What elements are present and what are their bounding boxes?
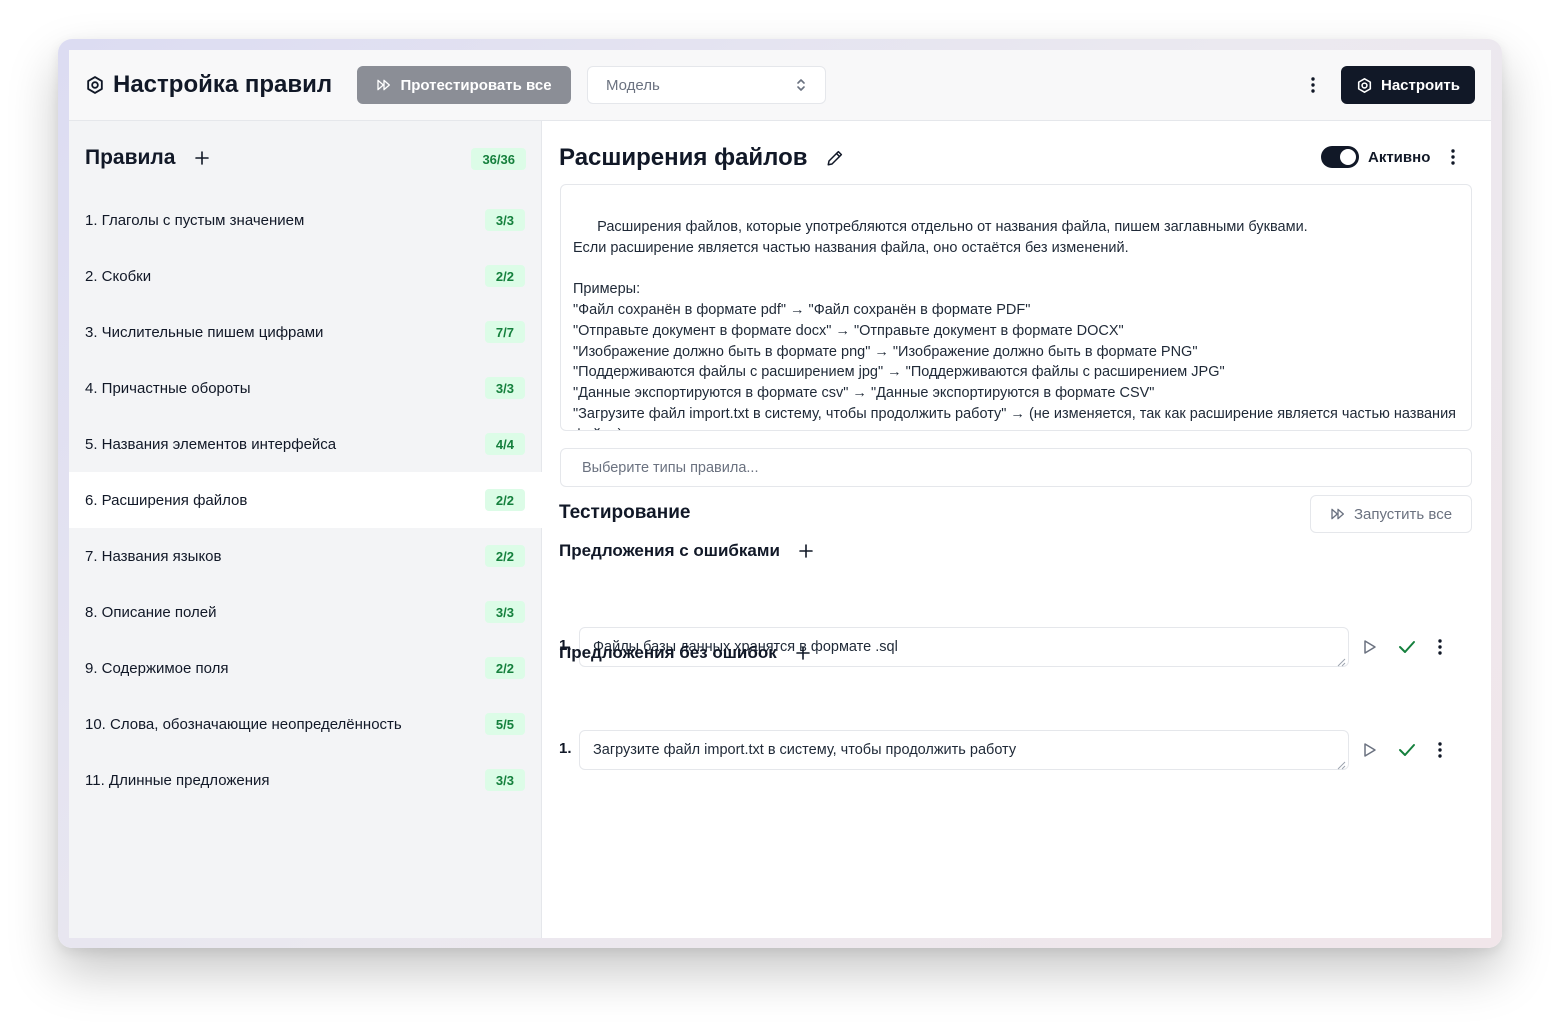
gear-icon bbox=[1356, 77, 1373, 94]
sidebar-item-rule-6-active[interactable]: 6. Расширения файлов 2/2 bbox=[69, 472, 542, 528]
test-all-label: Протестировать все bbox=[400, 76, 552, 94]
test-all-button[interactable]: Протестировать все bbox=[357, 66, 571, 104]
play-icon[interactable] bbox=[1361, 740, 1379, 760]
test-sentence-input[interactable]: Загрузите файл import.txt в систему, что… bbox=[579, 730, 1349, 770]
model-select[interactable]: Модель bbox=[587, 66, 826, 104]
chevron-up-down-icon bbox=[795, 77, 807, 93]
more-options-icon[interactable] bbox=[1435, 740, 1445, 760]
sidebar-header: Правила 36/36 bbox=[85, 143, 526, 173]
play-icon[interactable] bbox=[1361, 637, 1379, 657]
rule-label: 7. Названия языков bbox=[85, 547, 222, 565]
sidebar-item-rule-8[interactable]: 8. Описание полей 3/3 bbox=[69, 584, 542, 640]
sidebar-item-rule-3[interactable]: 3. Числительные пишем цифрами 7/7 bbox=[69, 304, 542, 360]
active-label: Активно bbox=[1368, 148, 1431, 166]
rule-label: 8. Описание полей bbox=[85, 603, 217, 621]
without-errors-section-title: Предложения без ошибок bbox=[559, 641, 810, 665]
test-sentence-text: Загрузите файл import.txt в систему, что… bbox=[593, 742, 1017, 758]
without-errors-title: Предложения без ошибок bbox=[559, 643, 777, 662]
check-icon bbox=[1397, 740, 1417, 760]
add-sentence-icon[interactable] bbox=[799, 544, 813, 558]
total-status-badge: 36/36 bbox=[471, 148, 526, 170]
status-badge: 7/7 bbox=[484, 321, 525, 343]
active-toggle[interactable] bbox=[1321, 146, 1359, 168]
rule-title-text: Расширения файлов bbox=[559, 144, 808, 171]
status-badge: 2/2 bbox=[484, 265, 525, 287]
status-badge: 3/3 bbox=[484, 601, 525, 623]
rule-title: Расширения файлов bbox=[559, 143, 844, 173]
with-errors-title: Предложения с ошибками bbox=[559, 541, 780, 560]
rule-label: 5. Названия элементов интерфейса bbox=[85, 435, 337, 453]
more-options-icon[interactable] bbox=[1305, 74, 1321, 96]
sidebar-item-rule-2[interactable]: 2. Скобки 2/2 bbox=[69, 248, 542, 304]
rule-label: 11. Длинные предложения bbox=[85, 771, 270, 789]
configure-button[interactable]: Настроить bbox=[1341, 66, 1475, 104]
sidebar-item-rule-9[interactable]: 9. Содержимое поля 2/2 bbox=[69, 640, 542, 696]
fast-forward-icon bbox=[1330, 506, 1346, 522]
resize-handle-icon[interactable] bbox=[1337, 758, 1346, 770]
rule-label: 6. Расширения файлов bbox=[85, 491, 248, 509]
rule-description-text: Расширения файлов, которые употребляются… bbox=[573, 218, 1457, 430]
rule-label: 1. Глаголы с пустым значением bbox=[85, 211, 305, 229]
status-badge: 3/3 bbox=[484, 209, 525, 231]
fast-forward-icon bbox=[376, 77, 392, 93]
status-badge: 3/3 bbox=[484, 377, 525, 399]
rule-list: 1. Глаголы с пустым значением 3/3 2. Ско… bbox=[69, 192, 542, 808]
sidebar-item-rule-7[interactable]: 7. Названия языков 2/2 bbox=[69, 528, 542, 584]
status-badge: 4/4 bbox=[484, 433, 525, 455]
pencil-icon[interactable] bbox=[826, 149, 844, 167]
status-badge: 3/3 bbox=[484, 769, 525, 791]
more-options-icon[interactable] bbox=[1435, 637, 1445, 657]
top-bar: Настройка правил Протестировать все Моде… bbox=[69, 50, 1491, 121]
more-options-icon[interactable] bbox=[1445, 146, 1461, 168]
sidebar-item-rule-10[interactable]: 10. Слова, обозначающие неопределённость… bbox=[69, 696, 542, 752]
app-window: Настройка правил Протестировать все Моде… bbox=[69, 50, 1491, 938]
rule-label: 3. Числительные пишем цифрами bbox=[85, 323, 324, 341]
rule-description-textarea[interactable]: Расширения файлов, которые употребляются… bbox=[560, 184, 1472, 431]
rule-label: 10. Слова, обозначающие неопределённость bbox=[85, 715, 402, 733]
check-icon bbox=[1397, 637, 1417, 657]
sidebar-item-rule-11[interactable]: 11. Длинные предложения 3/3 bbox=[69, 752, 542, 808]
rule-label: 4. Причастные обороты bbox=[85, 379, 251, 397]
test-row-without-error: 1. Загрузите файл import.txt в систему, … bbox=[559, 730, 1473, 770]
test-number: 1. bbox=[559, 740, 572, 757]
gear-icon bbox=[85, 75, 105, 95]
rule-label: 9. Содержимое поля bbox=[85, 659, 229, 677]
rules-sidebar: Правила 36/36 1. Глаголы с пустым значен… bbox=[69, 121, 542, 938]
resize-handle-icon[interactable] bbox=[1337, 655, 1346, 667]
sidebar-item-rule-1[interactable]: 1. Глаголы с пустым значением 3/3 bbox=[69, 192, 542, 248]
configure-label: Настроить bbox=[1381, 76, 1460, 94]
with-errors-section-title: Предложения с ошибками bbox=[559, 539, 813, 563]
status-badge: 2/2 bbox=[484, 489, 525, 511]
sidebar-title: Правила bbox=[85, 146, 176, 169]
status-badge: 2/2 bbox=[484, 545, 525, 567]
testing-title: Тестирование bbox=[559, 502, 691, 523]
rule-types-select[interactable]: Выберите типы правила... bbox=[560, 448, 1472, 487]
app-title-text: Настройка правил bbox=[113, 71, 333, 98]
run-all-label: Запустить все bbox=[1353, 505, 1453, 523]
sidebar-item-rule-5[interactable]: 5. Названия элементов интерфейса 4/4 bbox=[69, 416, 542, 472]
status-badge: 5/5 bbox=[484, 713, 525, 735]
app-title: Настройка правил bbox=[85, 70, 332, 100]
rule-label: 2. Скобки bbox=[85, 267, 152, 285]
active-toggle-group: Активно bbox=[1321, 146, 1430, 168]
status-badge: 2/2 bbox=[484, 657, 525, 679]
rule-editor: Расширения файлов Активно Расширения фай… bbox=[543, 121, 1491, 938]
rule-types-placeholder: Выберите типы правила... bbox=[582, 459, 759, 476]
resize-handle-icon[interactable] bbox=[1460, 419, 1469, 428]
model-select-value: Модель bbox=[606, 76, 660, 94]
run-all-button[interactable]: Запустить все bbox=[1310, 495, 1472, 533]
add-rule-icon[interactable] bbox=[193, 149, 211, 167]
add-sentence-icon[interactable] bbox=[795, 646, 810, 660]
sidebar-item-rule-4[interactable]: 4. Причастные обороты 3/3 bbox=[69, 360, 542, 416]
